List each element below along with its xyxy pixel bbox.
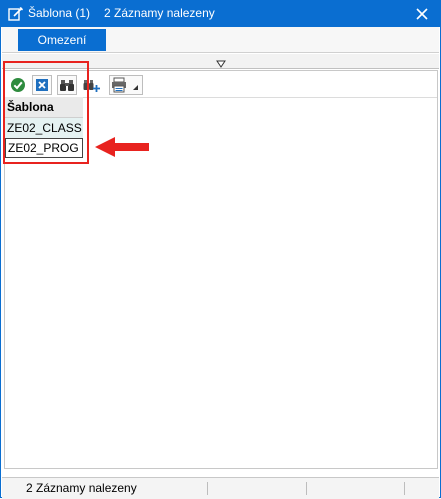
tab-omezeni[interactable]: Omezení (18, 29, 106, 51)
status-bar: 2 Záznamy nalezeny (2, 477, 439, 499)
window-title: Šablona (1) 2 Záznamy nalezeny (28, 6, 215, 20)
window-icon (8, 6, 24, 22)
print-button[interactable] (109, 75, 143, 95)
title-main: Šablona (1) (28, 6, 91, 20)
title-subtitle: 2 Záznamy nalezeny (104, 6, 215, 20)
annotation-arrow-icon (95, 137, 149, 157)
status-separator (404, 482, 405, 495)
status-separator (207, 482, 208, 495)
close-button[interactable] (408, 1, 436, 27)
tab-strip: Omezení (2, 27, 439, 53)
printer-icon (112, 77, 138, 93)
status-separator (306, 482, 307, 495)
splitter-toggle-icon[interactable] (216, 57, 226, 68)
dialog-window: Šablona (1) 2 Záznamy nalezeny Omezení Š… (0, 0, 441, 499)
annotation-highlight-box (3, 61, 89, 164)
close-icon (416, 8, 428, 20)
status-text: 2 Záznamy nalezeny (26, 481, 137, 495)
title-bar: Šablona (1) 2 Záznamy nalezeny (1, 1, 440, 27)
